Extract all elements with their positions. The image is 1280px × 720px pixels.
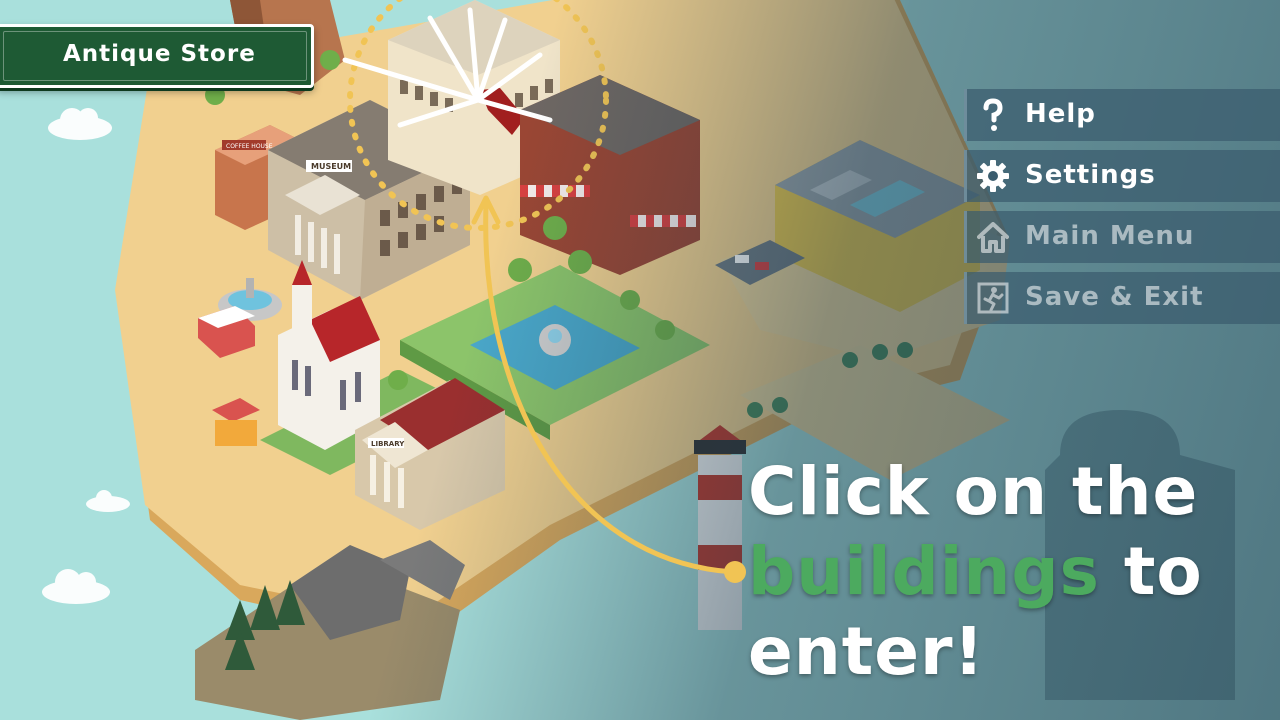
tutorial-line-1: Click on the: [748, 453, 1199, 530]
location-sign-label: Antique Store: [63, 41, 256, 67]
exit-icon: [975, 280, 1011, 316]
settings-label: Settings: [1025, 160, 1156, 190]
tutorial-line-3: enter!: [748, 613, 985, 690]
help-icon: [975, 97, 1011, 133]
settings-button[interactable]: Settings: [964, 150, 1280, 202]
home-icon: [975, 219, 1011, 255]
tutorial-highlight-word: buildings: [748, 533, 1100, 610]
tutorial-message: Click on the buildings to enter!: [748, 452, 1268, 692]
gear-icon: [975, 158, 1011, 194]
arrow-curve: [483, 202, 736, 575]
help-label: Help: [1025, 99, 1096, 129]
help-button[interactable]: Help: [964, 89, 1280, 141]
save-exit-label: Save & Exit: [1025, 282, 1204, 312]
main-menu-button[interactable]: Main Menu: [964, 211, 1280, 263]
tutorial-line-2-rest: to: [1099, 533, 1203, 610]
location-sign: Antique Store: [0, 24, 314, 88]
save-exit-button[interactable]: Save & Exit: [964, 272, 1280, 324]
pause-menu: Help Settings Main Menu Save & Exit: [964, 89, 1280, 333]
main-menu-label: Main Menu: [1025, 221, 1195, 251]
arrow-start-dot: [724, 561, 746, 583]
tutorial-line-2: buildings to: [748, 532, 1268, 612]
